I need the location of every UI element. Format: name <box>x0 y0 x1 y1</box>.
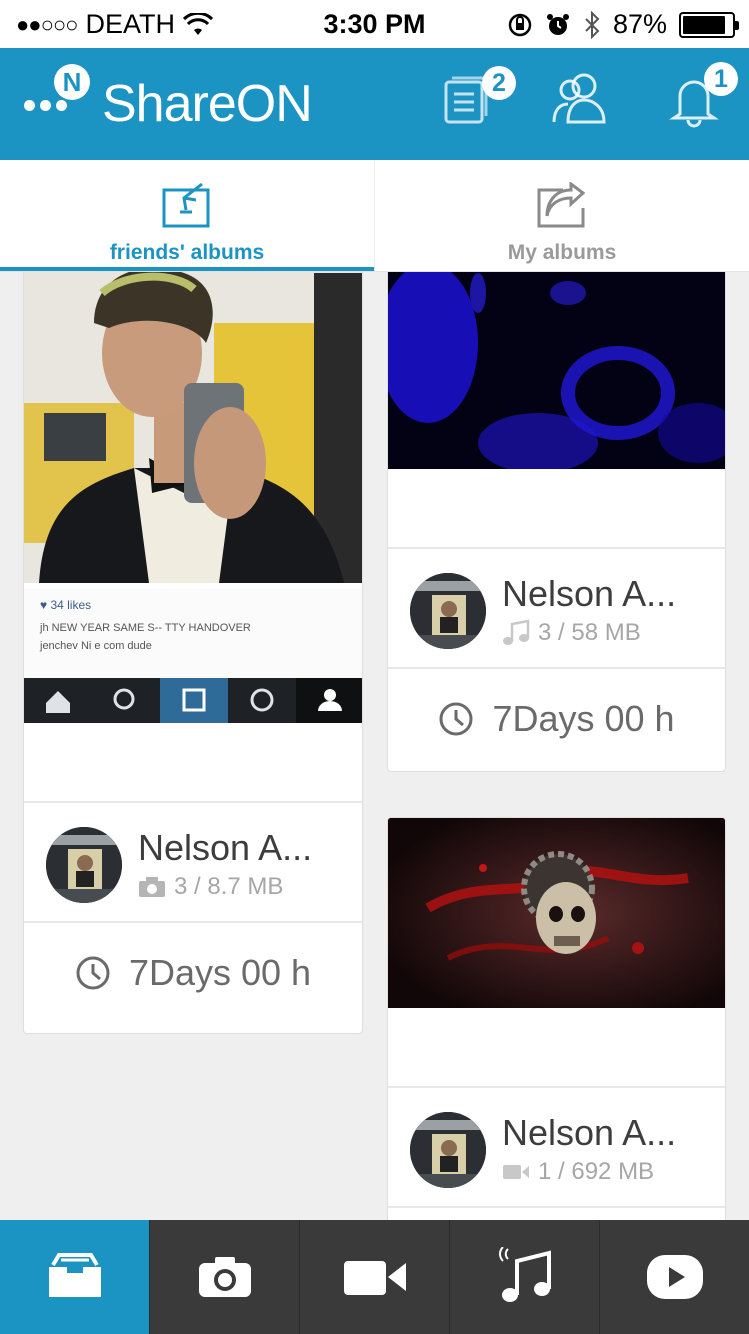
camera-icon <box>139 877 165 897</box>
nav-camera[interactable] <box>149 1220 299 1334</box>
album-thumbnail <box>388 272 725 469</box>
albums-feed[interactable]: ♥ 34 likes jh NEW YEAR SAME S-- TTY HAND… <box>0 272 749 1220</box>
status-bar: ●●○○○ DEATH 3:30 PM 87% <box>0 0 749 48</box>
album-expiry: 7Days 00 h <box>24 923 362 1023</box>
svg-text:jh NEW YEAR SAME S-- TTY HANDO: jh NEW YEAR SAME S-- TTY HANDOVER <box>39 622 251 634</box>
album-expiry-text: 7Days 00 h <box>128 952 312 993</box>
friends-icon <box>552 73 606 124</box>
album-owner-name: Nelson A... <box>138 827 313 868</box>
album-media-info: 3 / 8.7 MB <box>138 873 283 901</box>
logo: N <box>22 64 92 134</box>
clock-icon <box>439 702 473 736</box>
svg-text:jenchev Ni e com dude: jenchev Ni e com dude <box>39 640 152 652</box>
tab-my-albums[interactable]: My albums <box>374 160 749 271</box>
video-cover-art <box>388 818 725 1008</box>
card-spacer <box>24 723 362 803</box>
album-card[interactable]: ♥ 34 likes jh NEW YEAR SAME S-- TTY HAND… <box>23 272 363 1034</box>
tab-friends-albums[interactable]: friends' albums <box>0 160 374 271</box>
album-size: 3 / 8.7 MB <box>174 873 284 900</box>
card-spacer <box>388 469 725 549</box>
svg-text:♥ 34 likes: ♥ 34 likes <box>40 598 91 612</box>
album-size: 3 / 58 MB <box>538 619 641 646</box>
play-icon <box>646 1255 703 1299</box>
logo-badge: N <box>54 64 90 100</box>
album-size: 1 / 692 MB <box>538 1158 655 1185</box>
album-thumbnail <box>388 818 725 1008</box>
messages-button[interactable]: 2 <box>438 66 516 138</box>
card-spacer <box>388 1008 725 1088</box>
avatar <box>410 573 486 649</box>
tab-friends-albums-label: friends' albums <box>109 241 265 264</box>
music-cover-art <box>388 272 725 469</box>
album-owner-row: Nelson A... 3 / 58 MB <box>388 549 725 669</box>
album-card[interactable]: Nelson A... 3 / 58 MB 7Days 00 h <box>387 272 726 772</box>
video-icon <box>343 1261 406 1295</box>
nav-inbox[interactable] <box>0 1220 149 1334</box>
tab-my-albums-label: My albums <box>507 241 617 264</box>
album-in-icon <box>162 182 210 228</box>
friends-button[interactable] <box>548 68 618 138</box>
nav-music[interactable] <box>449 1220 599 1334</box>
video-icon <box>503 1165 529 1179</box>
album-media-info: 3 / 58 MB <box>502 619 641 647</box>
camera-icon <box>198 1257 251 1297</box>
album-owner-name: Nelson A... <box>502 573 677 614</box>
battery-icon <box>679 11 739 38</box>
bluetooth-icon <box>585 10 600 39</box>
inbox-icon <box>48 1253 101 1297</box>
album-share-icon <box>537 181 586 228</box>
clock-icon <box>76 956 110 990</box>
album-expiry-text: 7Days 00 h <box>492 698 675 739</box>
album-media-info: 1 / 692 MB <box>502 1158 654 1186</box>
messages-badge: 2 <box>482 66 516 100</box>
battery-percent: 87% <box>612 9 667 39</box>
album-owner-row: Nelson A... 3 / 8.7 MB <box>24 803 362 923</box>
notifications-button[interactable]: 1 <box>664 62 738 138</box>
alarm-icon <box>546 13 569 35</box>
avatar <box>410 1112 486 1188</box>
app-title: ShareON <box>102 75 313 133</box>
album-thumbnail: ♥ 34 likes jh NEW YEAR SAME S-- TTY HAND… <box>24 272 362 723</box>
app-header: N ShareON 2 1 <box>0 48 749 160</box>
nav-video[interactable] <box>299 1220 449 1334</box>
album-card[interactable]: Nelson A... 1 / 692 MB <box>387 817 726 1220</box>
nav-play[interactable] <box>599 1220 749 1334</box>
album-expiry: 7Days 00 h <box>388 669 725 769</box>
album-owner-name: Nelson A... <box>502 1112 677 1153</box>
music-icon <box>498 1247 551 1302</box>
music-note-icon <box>503 619 530 645</box>
album-tabs: friends' albums My albums <box>0 160 749 272</box>
bottom-nav <box>0 1220 749 1334</box>
avatar <box>46 827 122 903</box>
rotation-lock-icon <box>508 13 532 36</box>
album-owner-row: Nelson A... 1 / 692 MB <box>388 1088 725 1208</box>
selfie-photo: ♥ 34 likes jh NEW YEAR SAME S-- TTY HAND… <box>24 272 362 723</box>
notifications-badge: 1 <box>704 62 738 96</box>
